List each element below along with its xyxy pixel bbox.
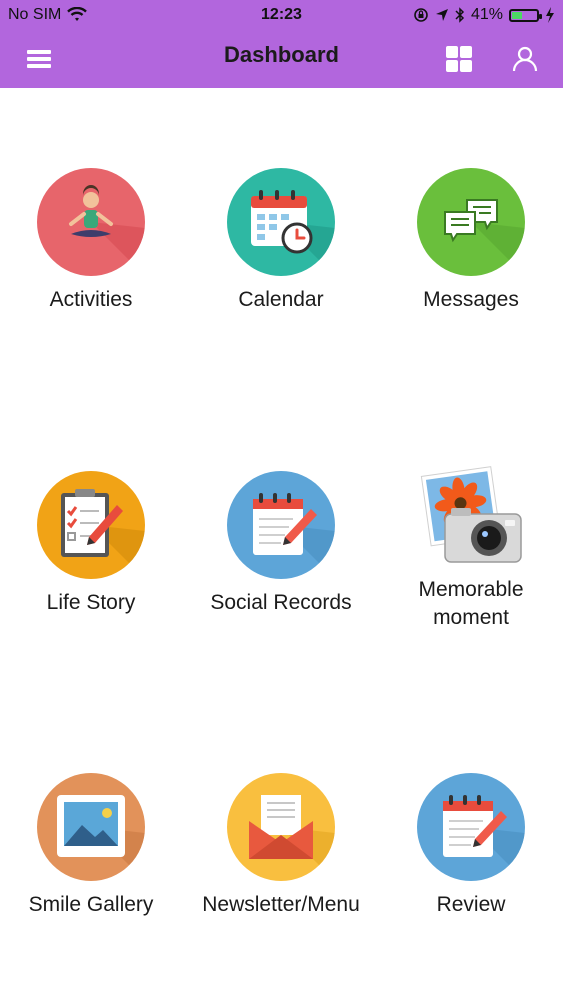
tile-calendar[interactable]: Calendar — [191, 168, 371, 314]
notepad-pen-icon — [417, 773, 525, 881]
battery-percent: 41% — [470, 6, 503, 23]
yoga-icon — [37, 168, 145, 276]
tile-label: Calendar — [238, 288, 324, 311]
user-icon[interactable] — [508, 42, 542, 76]
tile-label: Life Story — [46, 591, 136, 614]
tile-label: Messages — [423, 288, 519, 311]
tile-activities[interactable]: Activities — [1, 168, 181, 314]
orientation-lock-icon — [413, 7, 429, 23]
notepad-pen-icon — [227, 471, 335, 579]
tile-label: Activities — [49, 288, 133, 311]
tile-label: Social Records — [210, 591, 352, 614]
status-bar: No SIM 12:23 41% — [0, 0, 563, 30]
calendar-icon — [227, 168, 335, 276]
envelope-letter-icon — [227, 773, 335, 881]
photo-camera-icon — [415, 460, 527, 572]
tile-label: Newsletter/Menu — [202, 893, 360, 916]
tile-label: Smile Gallery — [28, 893, 154, 916]
tile-life-story[interactable]: Life Story — [1, 471, 181, 617]
page-title: Dashboard — [224, 42, 339, 67]
tile-label: Review — [436, 893, 506, 916]
tile-social-records[interactable]: Social Records — [191, 471, 371, 617]
navigation-bar: Dashboard — [0, 30, 563, 88]
charging-bolt-icon — [545, 7, 555, 23]
bluetooth-icon — [455, 7, 465, 23]
tile-review[interactable]: Review — [381, 773, 561, 919]
tile-smile-gallery[interactable]: Smile Gallery — [1, 773, 181, 919]
tile-memorable-moment[interactable]: Memorable moment — [381, 460, 561, 632]
chat-bubbles-icon — [417, 168, 525, 276]
tile-newsletter-menu[interactable]: Newsletter/Menu — [191, 773, 371, 919]
location-arrow-icon — [435, 8, 449, 22]
battery-icon — [509, 8, 542, 22]
status-right: 41% — [413, 6, 555, 24]
clipboard-checklist-icon — [37, 471, 145, 579]
tile-messages[interactable]: Messages — [381, 168, 561, 314]
picture-frame-icon — [37, 773, 145, 881]
tile-label: Memorable moment — [418, 578, 524, 629]
grid-icon[interactable] — [442, 42, 476, 76]
battery-level — [512, 11, 522, 19]
